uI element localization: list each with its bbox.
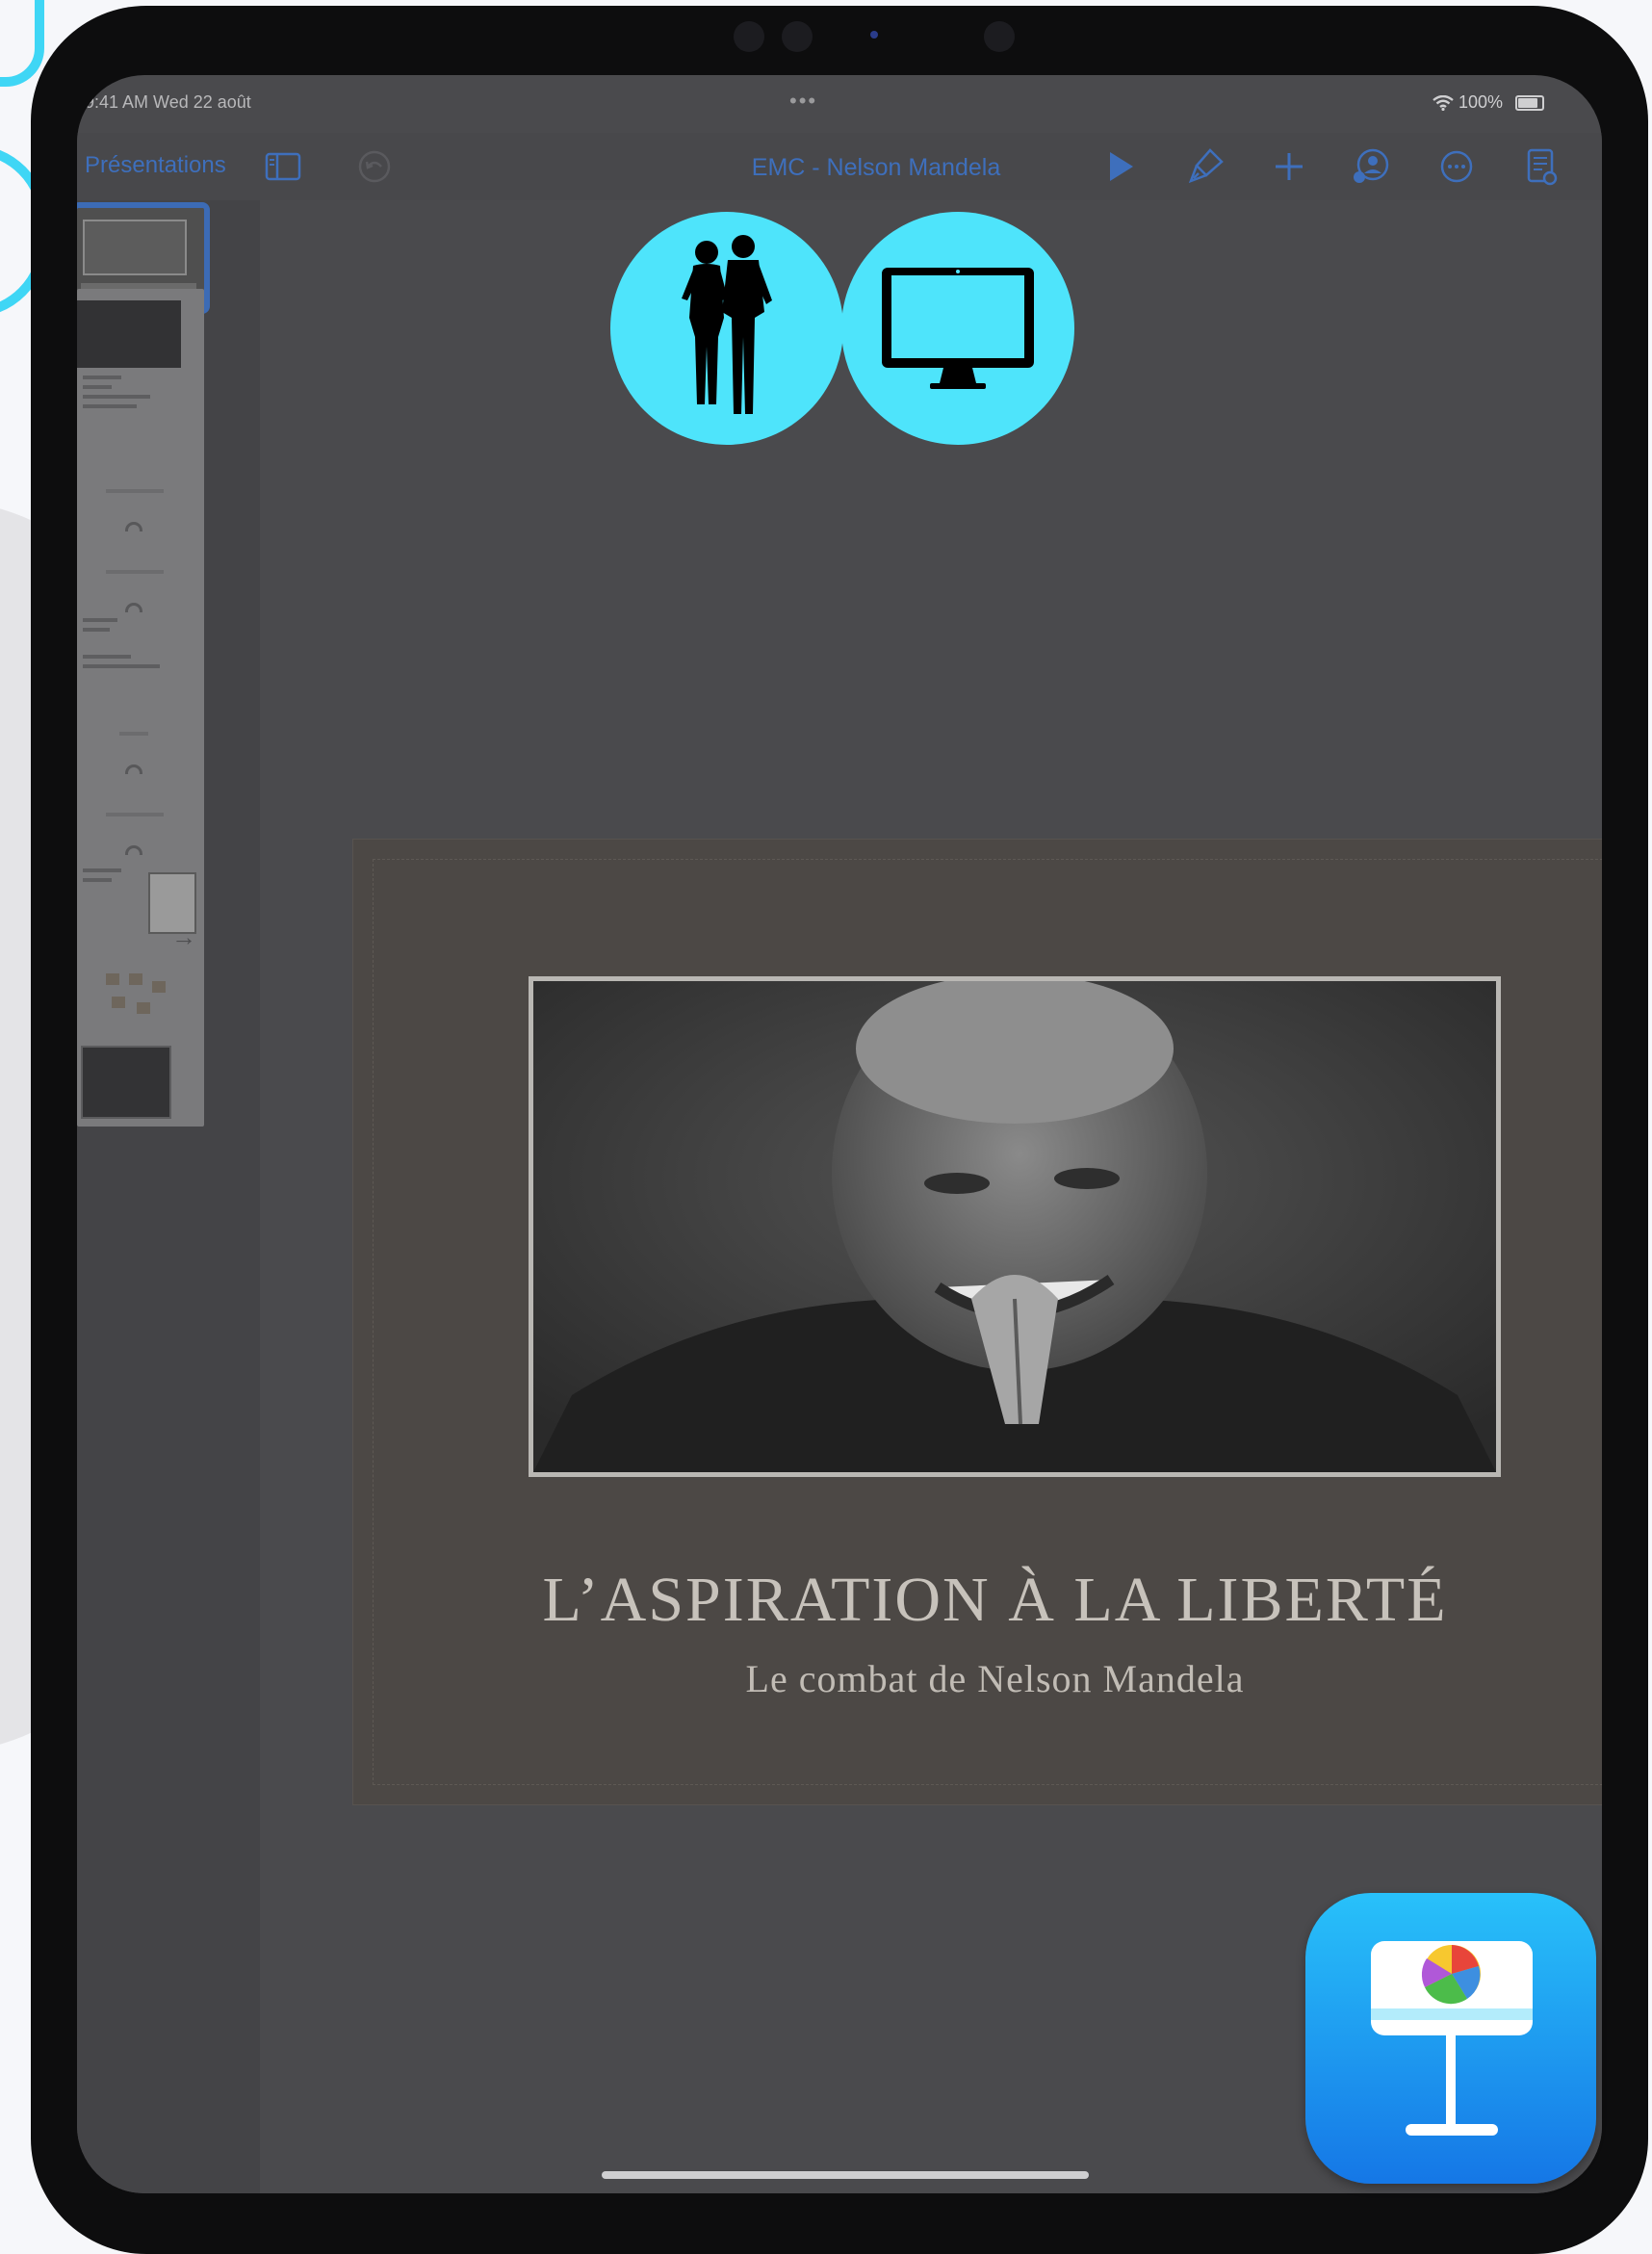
camera-housing [724, 15, 1022, 58]
camera-sensor [782, 21, 813, 52]
thumbnail-text-line [83, 376, 121, 379]
camera-sensor [734, 21, 764, 52]
keynote-app-icon [1305, 1893, 1596, 2184]
thumbnail-image-cell [137, 1002, 150, 1014]
slide-thumbnail-9[interactable]: → [77, 855, 204, 955]
thumbnail-screen [81, 1046, 171, 1119]
add-icon[interactable] [1269, 146, 1309, 187]
thumbnail-text-line [83, 868, 121, 872]
thumbnail-text-line [83, 618, 117, 622]
slide-subtitle[interactable]: Le combat de Nelson Mandela [353, 1656, 1602, 1701]
thumbnail-text-line [83, 385, 112, 389]
thumbnail-text-line [106, 489, 164, 493]
wifi-icon [1433, 92, 1458, 112]
slide-navigator: → → [77, 200, 261, 2193]
thumbnail-text-line [106, 813, 164, 816]
document-title[interactable]: EMC - Nelson Mandela [674, 154, 1078, 182]
camera-lens [870, 31, 878, 39]
format-brush-icon[interactable] [1185, 146, 1226, 187]
camera-sensor [984, 21, 1015, 52]
status-bar: 9:41 AM Wed 22 août ••• 100% [77, 75, 1602, 133]
status-time: 9:41 AM Wed 22 août [85, 92, 251, 112]
battery-percentage: 100% [1458, 92, 1503, 112]
slide-title[interactable]: L’ASPIRATION À LA LIBERTÉ [353, 1564, 1602, 1637]
presenter-notes-icon[interactable] [1521, 146, 1562, 187]
thumbnail-text-line [83, 655, 131, 659]
battery-icon [1515, 95, 1544, 112]
current-slide[interactable]: L’ASPIRATION À LA LIBERTÉ Le combat de N… [352, 839, 1602, 1805]
undo-icon[interactable] [354, 146, 395, 187]
toolbar: Présentations EMC - Nelson Mandela [77, 133, 1602, 201]
thumbnail-text-line [83, 404, 137, 408]
thumbnail-image-cell [112, 997, 125, 1008]
play-icon[interactable] [1099, 146, 1140, 187]
more-icon[interactable] [1436, 146, 1477, 187]
home-indicator[interactable] [602, 2171, 1089, 2179]
thumbnail-text-line [106, 570, 164, 574]
thumbnail-image-cell [106, 973, 119, 985]
people-icon [610, 212, 843, 445]
thumbnail-text-line [83, 395, 150, 399]
thumbnail-dark-frame [77, 300, 181, 368]
slide-thumbnail-11[interactable] [77, 1026, 204, 1127]
thumbnail-text-line [83, 878, 112, 882]
thumbnail-photo [83, 220, 187, 275]
back-to-presentations-button[interactable]: Présentations [85, 152, 226, 179]
slide-portrait-photo[interactable] [529, 976, 1501, 1477]
status-right: 100% [1433, 92, 1544, 113]
sidebar-icon[interactable] [263, 146, 303, 187]
multitasking-dots[interactable]: ••• [789, 89, 817, 114]
monitor-icon [841, 212, 1074, 445]
thumbnail-text-line [119, 732, 148, 736]
collaborate-icon[interactable] [1351, 146, 1391, 187]
thumbnail-image-cell [129, 973, 142, 985]
thumbnail-text-line [83, 628, 110, 632]
background-cyan-stroke [0, 0, 44, 87]
thumbnail-image-cell [152, 981, 166, 993]
thumbnail-text-line [83, 664, 160, 668]
